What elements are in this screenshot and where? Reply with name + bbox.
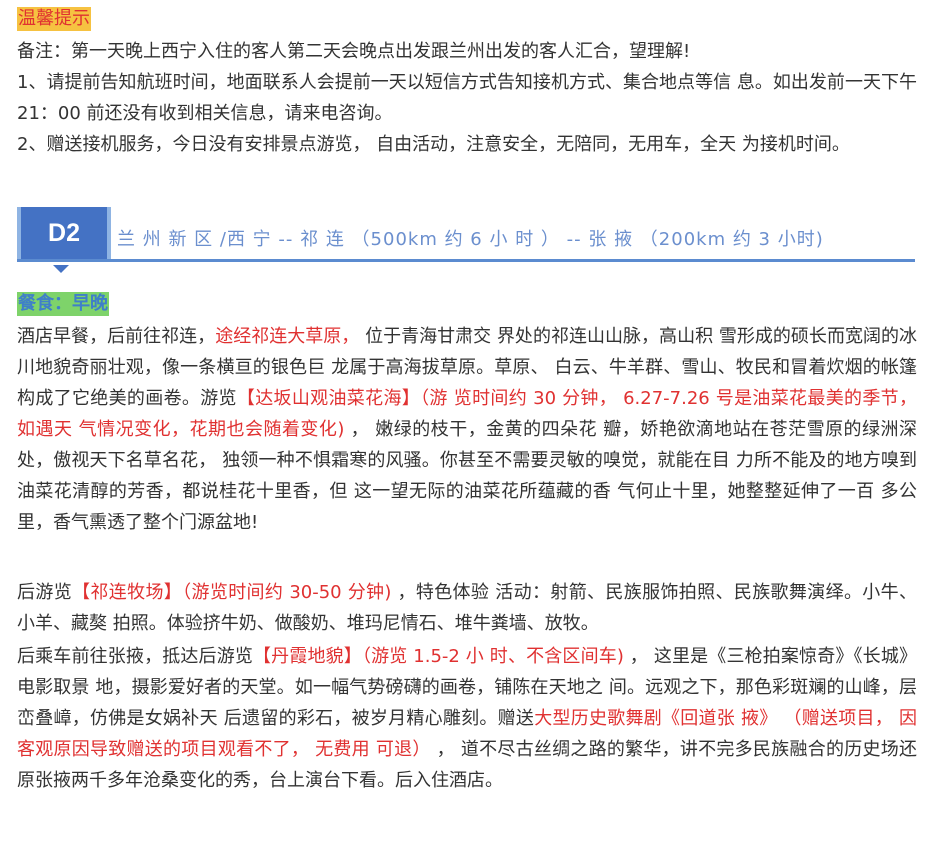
highlight-text: 【丹霞地貌】（游览 1.5-2 小 时、不含区间车) (253, 646, 624, 667)
paragraph-danxia: 后乘车前往张掖，抵达后游览【丹霞地貌】（游览 1.5-2 小 时、不含区间车) … (17, 641, 917, 796)
day-divider (17, 259, 915, 262)
tips-item-1-text: 1、请提前告知航班时间，地面联系人会提前一天以短信方式告知接机方式、集合地点等信… (17, 72, 917, 124)
itinerary-page: 温馨提示 备注：第一天晚上西宁入住的客人第二天会晚点出发跟兰州出发的客人汇合，望… (0, 0, 926, 844)
highlight-text: 【祁连牧场】（游览时间约 30-50 分钟) (72, 582, 392, 603)
paragraph-text: 酒店早餐，后前往祁连， (17, 326, 216, 347)
day-header: D2 兰 州 新 区 /西 宁 -- 祁 连 （500km 约 6 小 时 ） … (17, 207, 915, 273)
day-route: 兰 州 新 区 /西 宁 -- 祁 连 （500km 约 6 小 时 ） -- … (117, 229, 824, 250)
tips-title: 温馨提示 (17, 7, 91, 31)
paragraph-pasture: 后游览【祁连牧场】（游览时间约 30-50 分钟) ，特色体验 活动：射箭、民族… (17, 577, 917, 639)
tips-item-2: 2、赠送接机服务，今日没有安排景点游览， 自由活动，注意安全，无陪同，无用车，全… (17, 129, 917, 160)
paragraph-text: 后游览 (17, 582, 73, 603)
paragraph-qilian: 酒店早餐，后前往祁连，途经祁连大草原， 位于青海甘肃交 界处的祁连山山脉，高山积… (17, 321, 917, 538)
day-pointer-icon (53, 265, 69, 273)
tips-item-2-text: 2、赠送接机服务，今日没有安排景点游览， 自由活动，注意安全，无陪同，无用车，全… (17, 134, 850, 155)
paragraph-text: 后乘车前往张掖，抵达后游览 (17, 646, 254, 667)
tips-note: 备注：第一天晚上西宁入住的客人第二天会晚点出发跟兰州出发的客人汇合，望理解! (17, 36, 917, 67)
tips-item-1: 1、请提前告知航班时间，地面联系人会提前一天以短信方式告知接机方式、集合地点等信… (17, 67, 917, 129)
highlight-text: 途经祁连大草原， (215, 326, 360, 347)
tips-note-text: 备注：第一天晚上西宁入住的客人第二天会晚点出发跟兰州出发的客人汇合，望理解! (17, 41, 691, 62)
day-badge: D2 (17, 207, 111, 259)
meals-label: 餐食：早晚 (17, 292, 109, 316)
